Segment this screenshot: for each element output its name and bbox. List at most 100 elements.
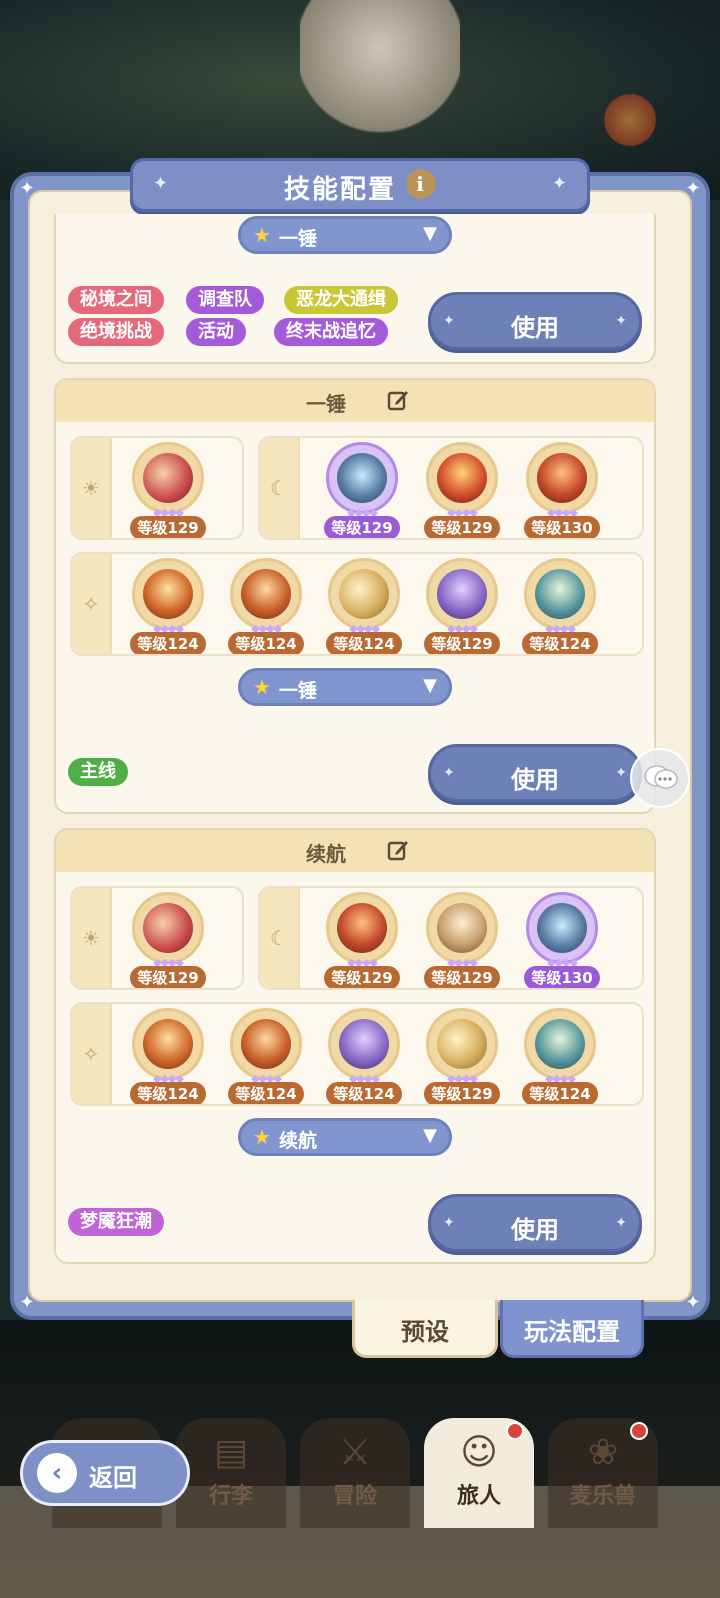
preset-card: 一锤 ☀ ◆◆◆◆ 等级129 ☾ ◆◆◆◆ 等级129 ◆◆◆◆ 等级129 … [54, 378, 656, 814]
chest-icon: ▤ [213, 1432, 248, 1473]
use-button-label: 使用 [511, 766, 559, 794]
back-arrow-icon: ‹ [37, 1453, 77, 1493]
chat-button[interactable] [630, 748, 690, 808]
sparkle-icon: ✦ [551, 173, 567, 194]
moon-icon: ☾ [270, 926, 288, 950]
nav-label: 旅人 [456, 1484, 501, 1509]
preset-name: 一锤 [306, 392, 346, 416]
skill-icon[interactable]: ◆◆◆◆ 等级129 [128, 442, 208, 538]
skill-icon[interactable]: ◆◆◆◆ 等级124 [324, 558, 404, 654]
skill-level: 等级124 [326, 632, 402, 654]
skill-icon[interactable]: ◆◆◆◆ 等级130 [522, 442, 602, 538]
mode-tag: 调查队 [186, 286, 264, 314]
skill-level: 等级124 [130, 1082, 206, 1104]
tab-gameplay-config[interactable]: 玩法配置 [500, 1300, 644, 1358]
dropdown-label: 一锤 [279, 228, 318, 250]
skill-icon[interactable]: ◆◆◆◆ 等级124 [128, 1008, 208, 1104]
corner-sparkle-icon: ✦ [685, 178, 701, 199]
nav-label: 麦乐兽 [569, 1484, 636, 1509]
back-button[interactable]: ‹ 返回 [20, 1440, 190, 1506]
preset-name: 续航 [306, 842, 346, 866]
preset-card-header: 续航 [56, 830, 654, 872]
skill-level: 等级129 [424, 1082, 500, 1104]
dropdown-label: 一锤 [279, 680, 318, 702]
preset-dropdown[interactable]: ★ 一锤 ▼ [238, 668, 452, 706]
skill-level: 等级124 [228, 1082, 304, 1104]
skill-icon[interactable]: ◆◆◆◆ 等级124 [128, 558, 208, 654]
sun-icon: ☀ [82, 926, 100, 950]
mode-tag: 秘境之间 [68, 286, 164, 314]
sparkle-icon: ✧ [82, 1042, 100, 1066]
skill-icon[interactable]: ◆◆◆◆ 等级130 [522, 892, 602, 988]
nav-item-bag[interactable]: ▤ 行李 [176, 1418, 286, 1528]
skill-level: 等级124 [130, 632, 206, 654]
star-icon: ★ [253, 223, 271, 247]
star-skill-slot: ✧ ◆◆◆◆ 等级124 ◆◆◆◆ 等级124 ◆◆◆◆ 等级124 ◆◆◆◆ … [70, 552, 644, 656]
skill-level: 等级129 [424, 516, 500, 538]
skill-icon[interactable]: ◆◆◆◆ 等级129 [422, 558, 502, 654]
chevron-down-icon: ▼ [423, 223, 437, 244]
moon-skill-slot: ☾ ◆◆◆◆ 等级129 ◆◆◆◆ 等级129 ◆◆◆◆ 等级130 [258, 886, 644, 990]
info-icon[interactable]: i [406, 169, 436, 199]
skill-level: 等级130 [524, 966, 600, 988]
corner-sparkle-icon: ✦ [19, 1292, 35, 1313]
nav-item-adventure[interactable]: ⚔ 冒险 [300, 1418, 410, 1528]
title-banner: ✦ 技能配置 i ✦ [130, 158, 590, 212]
preset-card-top: ★ 一锤 ▼ 秘境之间 调查队 恶龙大通缉 绝境挑战 活动 终末战追忆 ✦ 使用… [54, 214, 656, 364]
skill-icon[interactable]: ◆◆◆◆ 等级129 [128, 892, 208, 988]
use-button[interactable]: ✦ 使用 ✦ [428, 744, 642, 802]
moon-skill-slot: ☾ ◆◆◆◆ 等级129 ◆◆◆◆ 等级129 ◆◆◆◆ 等级130 [258, 436, 644, 540]
sun-skill-slot: ☀ ◆◆◆◆ 等级129 [70, 436, 244, 540]
edit-icon[interactable] [386, 388, 410, 412]
nav-item-pet[interactable]: ❀ 麦乐兽 [548, 1418, 658, 1528]
skill-icon[interactable]: ◆◆◆◆ 等级124 [324, 1008, 404, 1104]
skill-icon[interactable]: ◆◆◆◆ 等级124 [226, 1008, 306, 1104]
skill-level: 等级129 [324, 516, 400, 538]
tab-gameplay-label: 玩法配置 [524, 1318, 620, 1346]
preset-dropdown[interactable]: ★ 续航 ▼ [238, 1118, 452, 1156]
page-title: 技能配置 [283, 175, 396, 205]
chevron-down-icon: ▼ [423, 675, 437, 696]
mode-tag: 梦魇狂潮 [68, 1208, 164, 1236]
skill-icon[interactable]: ◆◆◆◆ 等级129 [422, 1008, 502, 1104]
use-button[interactable]: ✦ 使用 ✦ [428, 1194, 642, 1252]
mode-tag: 恶龙大通缉 [284, 286, 398, 314]
skill-icon[interactable]: ◆◆◆◆ 等级129 [322, 442, 402, 538]
nav-label: 冒险 [332, 1484, 377, 1509]
edit-icon[interactable] [386, 838, 410, 862]
skill-icon[interactable]: ◆◆◆◆ 等级129 [422, 442, 502, 538]
skill-level: 等级129 [130, 966, 206, 988]
tab-preset[interactable]: 预设 [352, 1300, 498, 1358]
preset-card: 续航 ☀ ◆◆◆◆ 等级129 ☾ ◆◆◆◆ 等级129 ◆◆◆◆ 等级129 … [54, 828, 656, 1264]
preset-card-header: 一锤 [56, 380, 654, 422]
mode-tag: 终末战追忆 [274, 318, 388, 346]
sparkle-icon: ✦ [615, 1215, 627, 1231]
background-character [300, 0, 460, 160]
skill-icon[interactable]: ◆◆◆◆ 等级129 [322, 892, 402, 988]
skill-icon[interactable]: ◆◆◆◆ 等级124 [226, 558, 306, 654]
mode-tag: 活动 [186, 318, 246, 346]
notification-dot [506, 1422, 524, 1440]
preset-dropdown[interactable]: ★ 一锤 ▼ [238, 216, 452, 254]
skill-icon[interactable]: ◆◆◆◆ 等级124 [520, 1008, 600, 1104]
sparkle-icon: ✦ [615, 313, 627, 329]
nav-item-traveler[interactable]: ☺ 旅人 [424, 1418, 534, 1528]
corner-sparkle-icon: ✦ [19, 178, 35, 199]
use-button-label: 使用 [511, 1216, 559, 1244]
skill-level: 等级124 [522, 1082, 598, 1104]
tab-preset-label: 预设 [401, 1318, 449, 1346]
sun-skill-slot: ☀ ◆◆◆◆ 等级129 [70, 886, 244, 990]
chat-icon [644, 765, 678, 789]
use-button[interactable]: ✦ 使用 ✦ [428, 292, 642, 350]
mode-tag: 主线 [68, 758, 128, 786]
skill-level: 等级129 [424, 966, 500, 988]
skill-level: 等级130 [524, 516, 600, 538]
skill-icon[interactable]: ◆◆◆◆ 等级124 [520, 558, 600, 654]
skill-level: 等级129 [130, 516, 206, 538]
skill-icon[interactable]: ◆◆◆◆ 等级129 [422, 892, 502, 988]
sun-icon: ☀ [82, 476, 100, 500]
background-creature [600, 90, 660, 150]
skill-level: 等级124 [326, 1082, 402, 1104]
back-label: 返回 [89, 1464, 137, 1492]
use-button-label: 使用 [511, 314, 559, 342]
